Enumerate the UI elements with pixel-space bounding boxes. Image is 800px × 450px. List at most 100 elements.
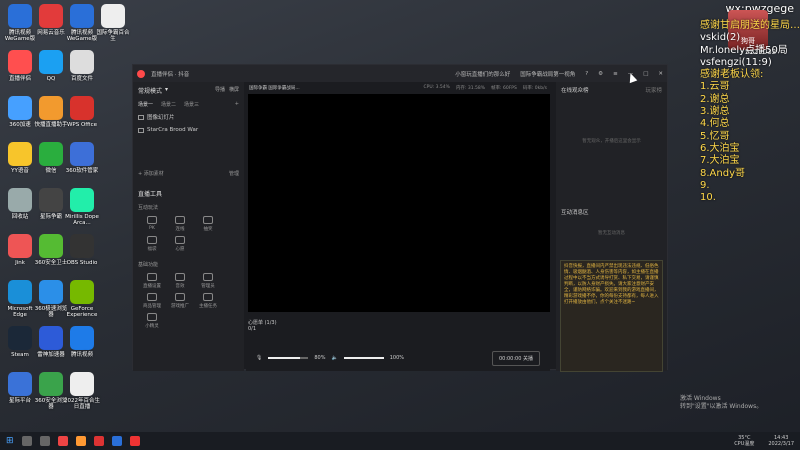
tool-button[interactable]: 连线: [169, 216, 191, 232]
title-link[interactable]: 小窗玩直播们的那么好: [455, 70, 510, 78]
close-icon[interactable]: ✕: [658, 71, 663, 77]
tool-label: 游戏推广: [171, 304, 189, 309]
add-source-button[interactable]: + 添加素材: [138, 170, 164, 177]
overlay-line: 10.: [700, 192, 716, 204]
title-game[interactable]: 国际争霸战局第一视角: [520, 70, 575, 78]
interaction-header: 互动消息区: [561, 210, 589, 216]
speaker-slider[interactable]: [343, 357, 384, 359]
desktop-icon[interactable]: 腾讯视频: [64, 326, 100, 358]
go-live-button[interactable]: 00:00:00 关播: [491, 350, 540, 366]
app-icon: [39, 96, 63, 120]
app-icon: [70, 142, 94, 166]
manage-button[interactable]: 管理: [229, 170, 239, 177]
clock[interactable]: 14:43 2022/3/17: [768, 435, 794, 447]
app-icon: [8, 4, 32, 28]
desktop-icon[interactable]: 360软件管家: [64, 142, 100, 174]
app-icon: [8, 188, 32, 212]
interactive-tools: PK 连线 抽奖福袋 心愿: [133, 213, 244, 255]
tab-scene-2[interactable]: 场景二: [161, 101, 176, 108]
cpu-temp: 35°C CPU温度: [734, 435, 754, 447]
taskbar-app-icon[interactable]: [111, 436, 122, 446]
overlay-line: 感谢甘启朋送的星局…: [700, 20, 800, 31]
overlay-line: vsfengzi(11:9): [700, 56, 772, 68]
add-scene-button[interactable]: +: [235, 101, 239, 108]
tool-button[interactable]: 抽奖: [197, 216, 219, 232]
taskbar-app-icon[interactable]: [93, 436, 104, 446]
player-tab[interactable]: 玩家榜: [645, 86, 662, 94]
tool-button[interactable]: 福袋: [141, 236, 163, 252]
tool-button[interactable]: 小精灵: [141, 313, 163, 329]
tab-scene-1[interactable]: 场景一: [138, 101, 153, 108]
taskbar: ⊞ 35°C CPU温度 14:43 2022/3/17: [0, 432, 800, 450]
director-button[interactable]: 导播: [215, 86, 225, 95]
desktop-icon[interactable]: OBS Studio: [64, 234, 100, 266]
tool-button[interactable]: 游戏推广: [169, 293, 191, 309]
speaker-icon[interactable]: 🔈: [331, 355, 337, 361]
search-icon[interactable]: [21, 436, 32, 446]
taskbar-app-icon[interactable]: [75, 436, 86, 446]
source-item[interactable]: 图像幻灯片: [133, 110, 244, 124]
desktop-icon[interactable]: WPS Office: [64, 96, 100, 128]
app-icon: [70, 4, 94, 28]
help-icon[interactable]: ?: [585, 71, 588, 77]
menu-icon[interactable]: ≡: [613, 71, 618, 77]
mode-select[interactable]: 常规模式: [138, 86, 162, 95]
tool-icon: [147, 236, 157, 244]
cpu-temp-label: CPU温度: [734, 441, 755, 447]
desktop-icon[interactable]: 2022年百合生日直播: [64, 372, 100, 410]
mic-slider[interactable]: [268, 357, 309, 359]
landscape-button[interactable]: 横屏: [229, 86, 239, 95]
app-icon: [8, 50, 32, 74]
tool-icon: [147, 216, 157, 224]
center-panel: 国际争霸 国际争霸战局... CPU: 3.54% 内存: 31.58% 帧率:…: [246, 82, 550, 371]
mic-slider-fill: [268, 357, 301, 359]
source-label: StarCra Brood War: [147, 127, 199, 133]
overlay-line: 6.大泊宝: [700, 142, 740, 154]
tool-button[interactable]: 商品管理: [141, 293, 163, 309]
desktop-icon[interactable]: Mirillis Dope Arca...: [64, 188, 100, 226]
tools-sub2: 基础功能: [138, 262, 159, 268]
app-icon: [70, 50, 94, 74]
source-item[interactable]: StarCra Brood War: [133, 124, 244, 136]
left-panel: 常规模式 ▾ 导播 横屏 场景一 场景二 场景三 + 图像幻灯片 StarCra …: [133, 82, 244, 371]
app-icon: [39, 326, 63, 350]
stream-preview[interactable]: [248, 94, 550, 312]
tab-scene-3[interactable]: 场景三: [184, 101, 199, 108]
bottom-bar: 🎙 80% 🔈 100% 00:00:00 关播: [246, 345, 550, 371]
task-view-icon[interactable]: [39, 436, 50, 446]
tool-button[interactable]: 直播设置: [141, 273, 163, 289]
desktop-icon[interactable]: GeForce Experience: [64, 280, 100, 318]
overlay-line: vskid(2): [700, 32, 741, 44]
desktop-icon[interactable]: 国际争霸百合生: [95, 4, 131, 42]
desktop-icon-label: OBS Studio: [66, 260, 98, 266]
tool-button[interactable]: 主播任务: [197, 293, 219, 309]
bitrate-stat: 码率: 0kb/s: [522, 85, 547, 91]
desktop-icon-label: 百度文件: [70, 76, 93, 82]
mic-icon[interactable]: 🎙: [256, 355, 262, 361]
taskbar-app-icon[interactable]: [129, 436, 140, 446]
start-icon[interactable]: ⊞: [6, 436, 14, 446]
tools-sub1: 互动玩法: [138, 205, 159, 211]
desktop-icon[interactable]: 百度文件: [64, 50, 100, 82]
speaker-slider-fill: [343, 357, 384, 359]
tool-button[interactable]: 心愿: [169, 236, 191, 252]
overlay-line: 感谢老板认领:: [700, 69, 764, 81]
tool-label: 福袋: [147, 247, 157, 252]
tool-button[interactable]: 音效: [169, 273, 191, 289]
taskbar-app-icon[interactable]: [57, 436, 68, 446]
tool-button[interactable]: PK: [141, 216, 163, 232]
interaction-empty: 暂无互动消息: [598, 231, 625, 236]
tool-icon: [203, 293, 213, 301]
overlay-line: 5.忆哥: [700, 130, 730, 142]
settings-icon[interactable]: ⚙: [598, 71, 603, 77]
audience-tab[interactable]: 在线观众榜: [561, 86, 589, 94]
app-icon: [70, 326, 94, 350]
desktop-icon-label: WPS Office: [66, 122, 98, 128]
tool-icon: [175, 273, 185, 281]
app-icon: [39, 280, 63, 304]
source-label: 图像幻灯片: [147, 115, 175, 121]
app-logo-icon: [137, 69, 145, 78]
desktop-icon-label: 腾讯视频: [70, 352, 93, 358]
tool-button[interactable]: 管理员: [197, 273, 219, 289]
maximize-icon[interactable]: □: [643, 71, 648, 77]
